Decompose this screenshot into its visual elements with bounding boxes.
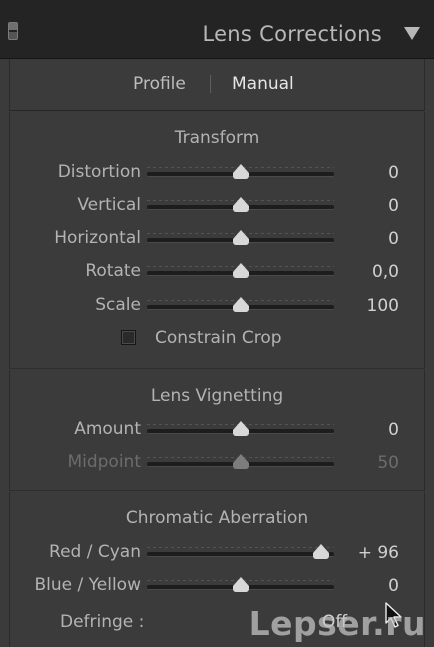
red-cyan-slider[interactable] [147,544,334,559]
horizontal-slider[interactable] [147,230,334,245]
slider-row-vertical: Vertical 0 [10,195,424,219]
slider-thumb[interactable] [312,544,329,559]
slider-thumb[interactable] [232,577,249,592]
defringe-label: Defringe : [60,612,145,632]
slider-label: Distortion [57,162,141,182]
slider-row-blue-yellow: Blue / Yellow 0 [10,575,424,599]
slider-thumb[interactable] [232,297,249,312]
slider-value[interactable]: 0 [388,196,399,216]
lens-vignetting-section: Lens Vignetting Amount 0 Midpoint 50 [9,370,425,491]
blue-yellow-slider[interactable] [147,577,334,592]
distortion-slider[interactable] [147,164,334,179]
slider-value[interactable]: 0 [388,163,399,183]
transform-section: Transform Distortion 0 Vertical 0 Horizo… [9,112,425,369]
slider-row-midpoint: Midpoint 50 [10,452,424,476]
tab-profile[interactable]: Profile [133,74,186,94]
vertical-slider[interactable] [147,197,334,212]
slider-row-horizontal: Horizontal 0 [10,228,424,252]
slider-label: Midpoint [67,452,141,472]
slider-thumb[interactable] [232,230,249,245]
panel-header[interactable]: Lens Corrections [0,0,434,59]
vignetting-title: Lens Vignetting [150,386,284,406]
slider-row-distortion: Distortion 0 [10,162,424,186]
watermark-text: Lepser.ru [248,604,426,643]
slider-row-rotate: Rotate 0,0 [10,261,424,285]
slider-value[interactable]: 0 [388,229,399,249]
slider-thumb [232,454,249,469]
slider-row-amount: Amount 0 [10,419,424,443]
slider-label: Blue / Yellow [34,575,142,595]
slider-row-scale: Scale 100 [10,295,424,319]
constrain-crop-label[interactable]: Constrain Crop [155,328,282,348]
lens-corrections-panel: Lens Corrections Profile Manual Transfor… [0,0,434,647]
slider-thumb[interactable] [232,164,249,179]
slider-thumb[interactable] [232,421,249,436]
triangle-down-icon[interactable] [404,27,420,40]
midpoint-slider [147,454,334,469]
slider-label: Scale [95,295,141,315]
tab-manual[interactable]: Manual [232,74,294,94]
slider-value[interactable]: 0 [388,576,399,596]
amount-slider[interactable] [147,421,334,436]
slider-label: Red / Cyan [49,542,141,562]
mode-tabs: Profile Manual [9,59,425,111]
constrain-crop-checkbox[interactable] [121,330,136,345]
slider-value[interactable]: 0 [388,420,399,440]
slider-row-red-cyan: Red / Cyan + 96 [10,542,424,566]
chromatic-title: Chromatic Aberration [125,508,309,528]
panel-title: Lens Corrections [202,22,382,46]
slider-value: 50 [377,453,399,473]
slider-label: Vertical [77,195,141,215]
slider-thumb[interactable] [232,197,249,212]
slider-thumb[interactable] [232,263,249,278]
slider-value[interactable]: + 96 [358,543,399,563]
slider-label: Horizontal [54,228,141,248]
panel-switch-icon[interactable] [8,22,18,40]
rotate-slider[interactable] [147,263,334,278]
slider-value[interactable]: 0,0 [372,262,399,282]
transform-title: Transform [174,128,260,148]
slider-label: Rotate [85,261,141,281]
slider-value[interactable]: 100 [367,296,399,316]
tab-separator [210,75,211,93]
scale-slider[interactable] [147,297,334,312]
slider-label: Amount [74,419,141,439]
